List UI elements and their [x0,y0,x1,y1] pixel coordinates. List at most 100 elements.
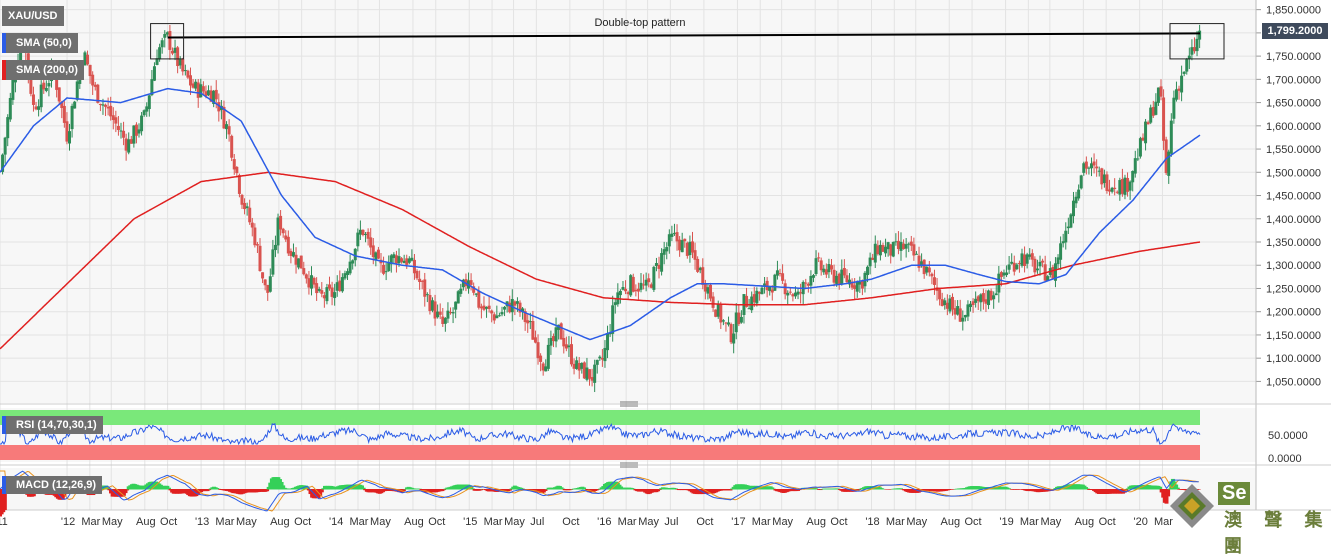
candle-body [258,245,262,272]
candle-body [1025,254,1029,264]
candle-body [950,296,954,310]
candle-body [1192,47,1196,52]
candle-body [860,280,864,289]
y-tick-label: 1,500.0000 [1266,167,1321,179]
candle-body [1033,258,1037,273]
candle-body [304,274,308,279]
candle-body [392,254,396,259]
candle-body [340,277,344,292]
candle-body [1010,261,1014,264]
candle-body [325,287,329,302]
candle-body [1162,97,1166,141]
candle-body [770,289,774,293]
candle-body [1007,264,1011,270]
candle-body [188,75,192,86]
candle-body [186,70,190,78]
candle-body [3,137,7,155]
candle-body [760,287,764,295]
candle-body [245,206,249,209]
candle-body [577,363,581,371]
candle-body [366,231,370,239]
x-tick-label: Mar [752,516,771,528]
candle-body [688,241,692,256]
sma200-color-swatch [2,60,6,80]
candle-body [652,266,656,290]
rsi-legend[interactable]: RSI (14,70,30,1) [2,416,103,434]
candle-body [1144,121,1148,144]
candle-body [170,50,174,54]
x-tick-label: Oct [160,516,177,528]
candle-body [719,304,723,323]
rsi-color-swatch [2,416,6,434]
candle-body [111,115,115,121]
candle-body [886,242,890,250]
candle-body [1095,166,1099,169]
candle-body [1066,226,1070,229]
candle-body [309,275,313,289]
candle-body [127,139,131,153]
candle-body [294,254,298,265]
candle-body [590,377,594,381]
candle-body [729,324,733,343]
candle-body [634,289,638,292]
candle-body [1100,168,1104,185]
y-tick-label: 1,050.0000 [1266,376,1321,388]
candle-body [840,269,844,285]
candle-body [428,295,432,312]
candle-body [449,312,453,314]
candle-body [544,366,548,372]
candle-body [1136,158,1140,160]
candle-body [1090,163,1094,169]
candle-body [232,159,236,170]
candle-body [737,312,741,325]
candle-body [757,291,761,294]
x-tick-label: Aug [270,516,290,528]
macd-legend[interactable]: MACD (12,26,9) [2,476,103,494]
candle-body [989,290,993,301]
candle-body [291,252,295,257]
candle-body [8,97,12,120]
candle-body [338,280,342,291]
sma200-label: SMA (200,0) [16,64,78,76]
y-tick-label: 1,200.0000 [1266,307,1321,319]
candle-body [240,194,244,205]
candle-body [654,263,658,266]
sma50-legend[interactable]: SMA (50,0) [2,33,78,53]
candle-body [407,258,411,263]
candle-body [786,292,790,296]
candle-body [871,257,875,260]
candle-body [1064,230,1068,243]
candle-body [284,235,288,240]
symbol-label[interactable]: XAU/USD [2,6,64,26]
candle-body [817,257,821,259]
price-chart: '11'12MarMayAugOct'13MarMayAugOct'14MarM… [0,0,1331,528]
x-tick-label: Mar [484,516,503,528]
candle-body [307,278,311,288]
candle-body [832,269,836,283]
candle-body [248,207,252,223]
candle-body [793,292,797,297]
candle-body [732,333,736,344]
candle-body [896,240,900,250]
candle-body [47,83,51,87]
candle-body [827,264,831,273]
candle-body [1030,253,1034,260]
candle-body [912,244,916,256]
candle-body [835,275,839,284]
candle-body [145,106,149,112]
candle-body [690,241,694,253]
candle-body [858,281,862,285]
candle-body [1118,180,1122,195]
candle-body [618,290,622,296]
candle-body [914,253,918,255]
x-tick-label: May [102,516,123,528]
x-tick-label: Jul [530,516,544,528]
x-tick-label: May [236,516,257,528]
candle-body [932,277,936,285]
candle-body [672,232,676,234]
sma200-legend[interactable]: SMA (200,0) [2,60,84,80]
candle-body [165,32,169,35]
candle-body [441,316,445,324]
candle-body [459,288,463,294]
candle-body [938,289,942,300]
